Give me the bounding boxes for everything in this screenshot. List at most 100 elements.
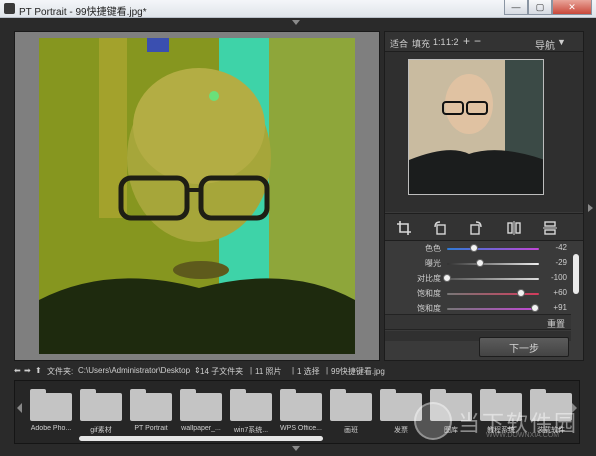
separator: | [250, 366, 253, 375]
folder-name: win7系统... [233, 427, 269, 434]
slider-value: +91 [553, 303, 567, 312]
folder-item[interactable]: win7系统... [227, 387, 275, 434]
slider-contrast[interactable]: 对比度 -100 [385, 272, 571, 286]
collapse-right-arrow-icon[interactable] [588, 204, 593, 212]
folder-item[interactable]: 画班 [327, 387, 375, 434]
slider-label: 饱和度 [417, 304, 441, 313]
reset-row: 重置 [385, 314, 571, 330]
maximize-button[interactable]: ▢ [528, 0, 552, 15]
slider-tint[interactable]: 色色 -42 [385, 242, 571, 256]
folder-icon [130, 393, 172, 421]
navigator-label: 导航 [535, 41, 555, 52]
folder-item[interactable]: gif素材 [77, 387, 125, 434]
zoom-1-1-button[interactable]: 1:1 [433, 37, 446, 47]
folder-icon [230, 393, 272, 421]
collapse-bottom-arrow-icon[interactable] [292, 446, 300, 451]
folder-path[interactable]: C:\Users\Administrator\Desktop [78, 366, 190, 375]
right-panel: 适合 填充 1:1 1:2 + − 导航 ▼ 色色 -42 曝光 -29 对比度… [384, 31, 584, 361]
slider-knob[interactable] [530, 304, 539, 312]
portrait-illustration [39, 38, 355, 354]
collapse-top-arrow-icon[interactable] [292, 20, 300, 25]
back-arrow-icon[interactable]: ⬅ [14, 366, 21, 375]
thumbnail-illustration [409, 60, 543, 194]
folder-icon [80, 393, 122, 421]
photo-count: 11 照片 [255, 367, 282, 376]
slider-track[interactable] [447, 293, 539, 295]
app-icon [4, 3, 15, 14]
rotate-right-icon[interactable] [468, 220, 484, 236]
folder-label: 文件夹: [47, 367, 74, 376]
folder-name: wallpaper_... [181, 425, 221, 432]
close-button[interactable]: ✕ [552, 0, 592, 15]
slider-track[interactable] [447, 308, 539, 310]
main-photo[interactable] [39, 38, 355, 354]
slider-exposure[interactable]: 曝光 -29 [385, 257, 571, 271]
transform-toolbar [385, 213, 583, 241]
slider-value: +60 [553, 288, 567, 297]
rotate-left-icon[interactable] [432, 220, 448, 236]
watermark-url: WWW.DOWNXIA.COM [486, 432, 560, 439]
folder-name: WPS Office... [280, 425, 322, 432]
folder-name: gif素材 [90, 427, 112, 434]
folder-icon [30, 393, 72, 421]
slider-track[interactable] [447, 248, 539, 250]
folder-item[interactable]: Adobe Pho... [27, 387, 75, 433]
slider-label: 曝光 [425, 259, 441, 268]
zoom-bar: 适合 填充 1:1 1:2 + − 导航 ▼ [385, 32, 583, 52]
next-step-button[interactable]: 下一步 [479, 337, 569, 357]
window-controls: — ▢ ✕ [504, 0, 592, 16]
folder-icon [280, 393, 322, 421]
folder-name: PT Portrait [134, 425, 168, 432]
reset-button[interactable]: 重置 [547, 317, 565, 330]
crop-icon[interactable] [396, 220, 412, 236]
folder-name: 画班 [344, 427, 358, 434]
watermark-logo-icon [414, 402, 452, 440]
forward-arrow-icon[interactable]: ➡ [24, 366, 31, 375]
slider-value: -100 [550, 273, 567, 282]
flip-vertical-icon[interactable] [542, 220, 558, 236]
separator: | [292, 366, 295, 375]
panel-scrollbar[interactable] [573, 254, 579, 294]
zoom-1-2-button[interactable]: 1:2 [446, 37, 459, 47]
folder-item[interactable]: wallpaper_... [177, 387, 225, 433]
window-title: PT Portrait - 99快捷键看.jpg* [19, 7, 147, 18]
watermark: 当下软件园 WWW.DOWNXIA.COM [414, 402, 584, 448]
slider-knob[interactable] [443, 274, 451, 282]
slider-value: -29 [555, 258, 567, 267]
close-icon: ✕ [568, 1, 576, 12]
slider-track[interactable] [447, 263, 539, 265]
subfolder-count: 14 子文件夹 [200, 367, 244, 376]
path-bar: ⬅ ➡ ⬆ 文件夹: C:\Users\Administrator\Deskto… [14, 363, 574, 379]
selected-count: 1 选择 [297, 367, 320, 376]
slider-label: 色色 [425, 244, 441, 253]
zoom-in-button[interactable]: + [463, 34, 470, 48]
folder-icon [330, 393, 372, 421]
folder-name: Adobe Pho... [30, 425, 72, 432]
strip-left-arrow-icon[interactable] [17, 403, 22, 413]
zoom-fit-button[interactable]: 适合 [390, 37, 408, 50]
zoom-out-button[interactable]: − [474, 34, 481, 48]
slider-track[interactable] [447, 278, 539, 280]
slider-knob[interactable] [476, 259, 485, 267]
slider-knob[interactable] [469, 244, 478, 252]
folder-strip-scrollbar[interactable] [79, 436, 323, 441]
minimize-icon: — [511, 2, 521, 12]
folder-item[interactable]: PT Portrait [127, 387, 175, 433]
maximize-icon: ▢ [535, 1, 545, 12]
folder-item[interactable]: WPS Office... [277, 387, 325, 433]
current-file: 99快捷键看.jpg [331, 367, 385, 376]
slider-saturation[interactable]: 饱和度 +60 [385, 287, 571, 301]
navigator-toggle-icon[interactable]: ▼ [557, 37, 566, 47]
slider-label: 饱和度 [417, 289, 441, 298]
app-body: 适合 填充 1:1 1:2 + − 导航 ▼ 色色 -42 曝光 -29 对比度… [0, 18, 596, 456]
slider-label: 对比度 [417, 274, 441, 283]
zoom-fill-button[interactable]: 填充 [412, 37, 430, 50]
separator: | [326, 366, 329, 375]
up-arrow-icon[interactable]: ⬆ [35, 366, 42, 375]
main-viewer [14, 31, 380, 361]
flip-horizontal-icon[interactable] [506, 220, 522, 236]
navigator-thumbnail[interactable] [408, 59, 544, 195]
minimize-button[interactable]: — [504, 0, 528, 15]
slider-knob[interactable] [516, 289, 525, 297]
folder-icon [180, 393, 222, 421]
